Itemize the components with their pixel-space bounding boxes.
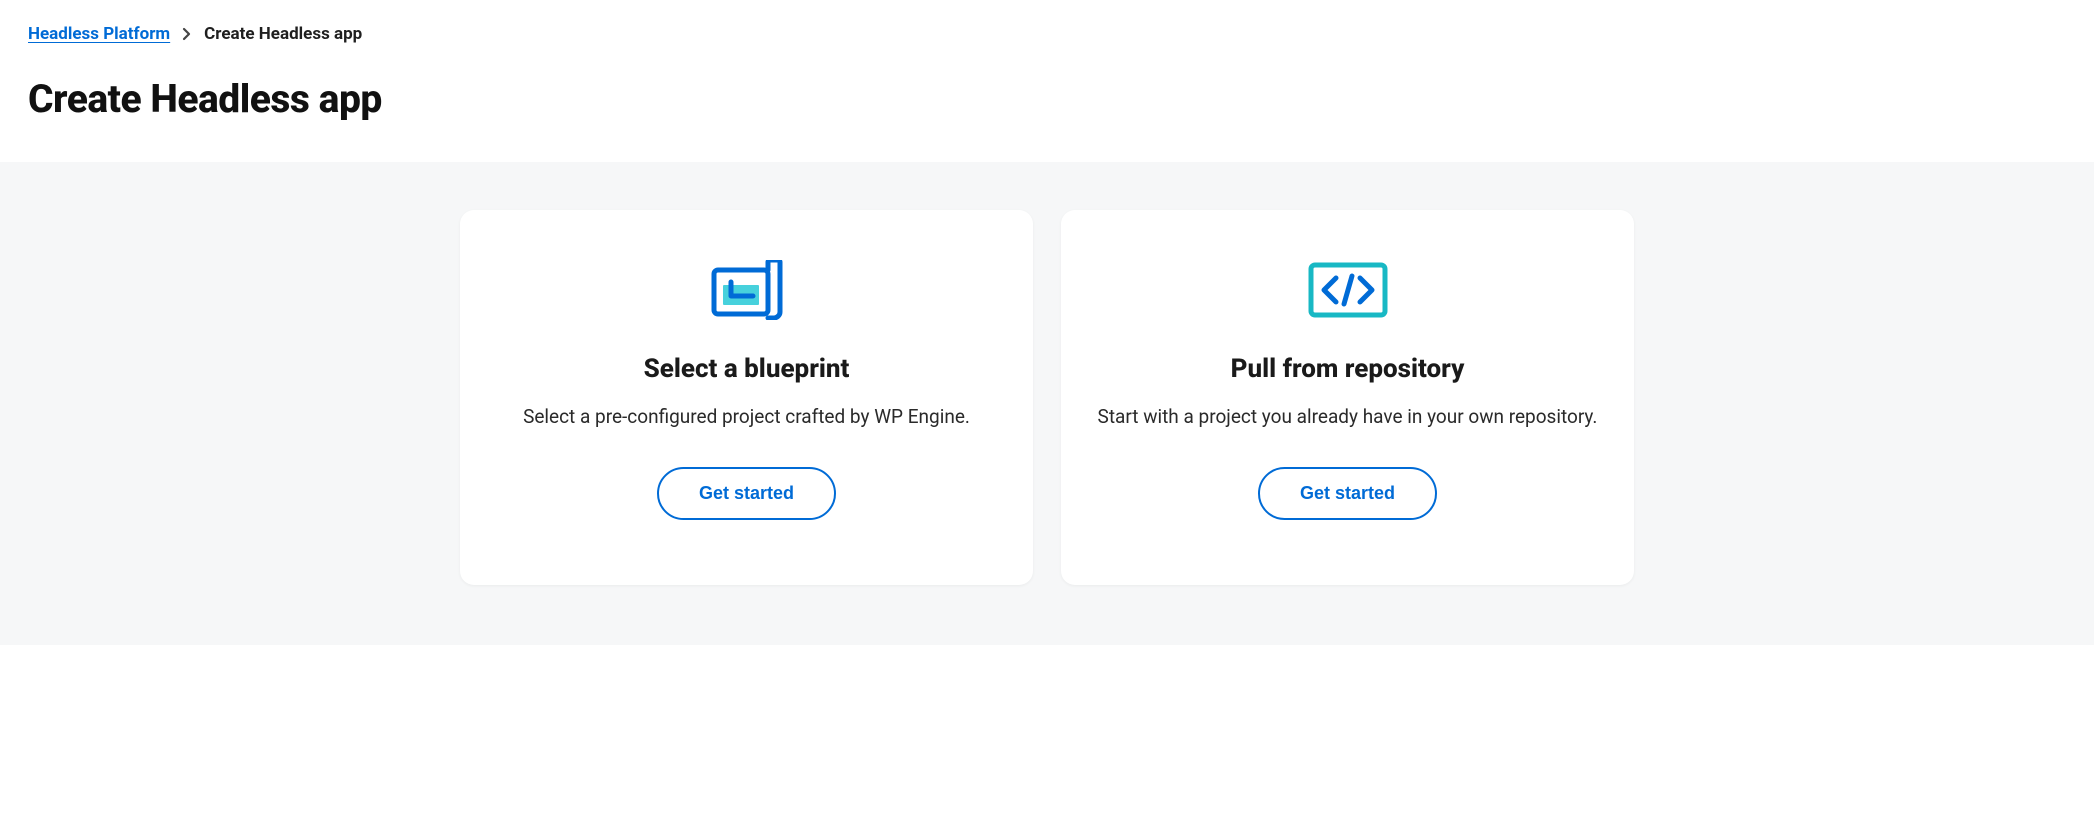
card-blueprint-description: Select a pre-configured project crafted … [523, 404, 970, 431]
breadcrumb: Headless Platform Create Headless app [28, 24, 2066, 44]
card-blueprint: Select a blueprint Select a pre-configur… [460, 210, 1033, 585]
breadcrumb-current: Create Headless app [204, 24, 362, 44]
card-repository-description: Start with a project you already have in… [1098, 404, 1598, 431]
header-region: Headless Platform Create Headless app Cr… [0, 0, 2094, 162]
content-region: Select a blueprint Select a pre-configur… [0, 162, 2094, 645]
chevron-right-icon [182, 27, 192, 41]
code-icon [1308, 254, 1388, 326]
page-title: Create Headless app [28, 76, 2066, 122]
blueprint-get-started-button[interactable]: Get started [657, 467, 836, 520]
card-blueprint-title: Select a blueprint [644, 354, 850, 384]
card-repository-title: Pull from repository [1231, 354, 1465, 384]
breadcrumb-root-link[interactable]: Headless Platform [28, 24, 170, 44]
cards-row: Select a blueprint Select a pre-configur… [460, 210, 1634, 585]
blueprint-icon [708, 254, 786, 326]
card-repository: Pull from repository Start with a projec… [1061, 210, 1634, 585]
repository-get-started-button[interactable]: Get started [1258, 467, 1437, 520]
